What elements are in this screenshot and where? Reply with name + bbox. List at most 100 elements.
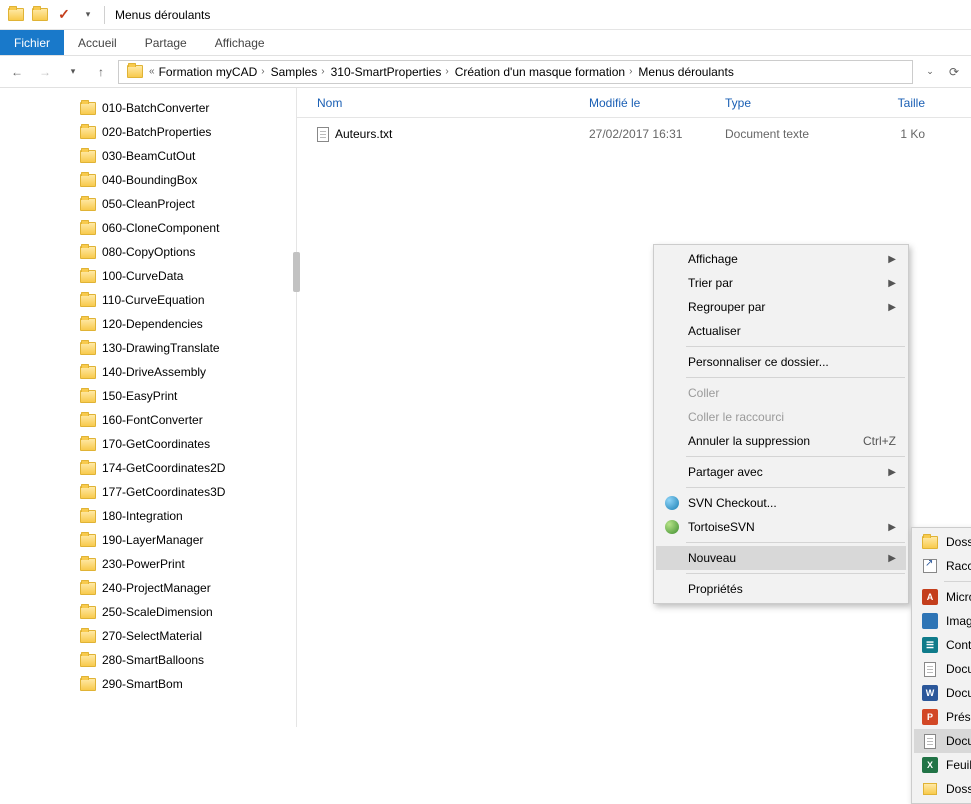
col-name[interactable]: Nom <box>309 96 581 110</box>
ctx-svn-checkout[interactable]: SVN Checkout... <box>656 491 906 515</box>
nav-forward-button: → <box>34 61 56 83</box>
tree-item[interactable]: 180-Integration <box>68 504 296 528</box>
tree-item-label: 240-ProjectManager <box>102 581 211 595</box>
content-pane[interactable]: Nom Modifié le Type Taille Auteurs.txt 2… <box>297 88 971 727</box>
new-shortcut[interactable]: Raccourci <box>914 554 971 578</box>
ctx-new[interactable]: Nouveau▶ <box>656 546 906 570</box>
tree-item[interactable]: 110-CurveEquation <box>68 288 296 312</box>
svn-icon <box>665 496 679 510</box>
tab-home[interactable]: Accueil <box>64 30 131 55</box>
folder-icon <box>80 678 96 691</box>
ctx-paste: Coller <box>656 381 906 405</box>
titlebar: ✓ ▾ Menus déroulants <box>0 0 971 30</box>
refresh-button[interactable]: ⟳ <box>943 61 965 83</box>
tree-item[interactable]: 230-PowerPrint <box>68 552 296 576</box>
nav-tree[interactable]: 010-BatchConverter020-BatchProperties030… <box>0 88 296 727</box>
tree-item[interactable]: 270-SelectMaterial <box>68 624 296 648</box>
tree-item[interactable]: 290-SmartBom <box>68 672 296 696</box>
ctx-properties[interactable]: Propriétés <box>656 577 906 601</box>
nav-back-button[interactable]: ← <box>6 61 28 83</box>
tree-item[interactable]: 040-BoundingBox <box>68 168 296 192</box>
chevron-right-icon[interactable]: « <box>149 66 155 77</box>
file-list[interactable]: Auteurs.txt 27/02/2017 16:31 Document te… <box>297 118 971 150</box>
ctx-group[interactable]: Regrouper par▶ <box>656 295 906 319</box>
tree-item[interactable]: 030-BeamCutOut <box>68 144 296 168</box>
ctx-view[interactable]: Affichage▶ <box>656 247 906 271</box>
tree-item[interactable]: 020-BatchProperties <box>68 120 296 144</box>
qat-properties-icon[interactable]: ✓ <box>56 7 72 23</box>
qat-customize-icon[interactable]: ▾ <box>80 7 96 23</box>
file-name: Auteurs.txt <box>335 127 392 141</box>
nav-history-button[interactable]: ▾ <box>62 61 84 83</box>
tree-item[interactable]: 050-CleanProject <box>68 192 296 216</box>
folder-icon <box>922 536 938 549</box>
tree-item[interactable]: 010-BatchConverter <box>68 96 296 120</box>
new-contact[interactable]: ☰Contact <box>914 633 971 657</box>
tree-item-label: 270-SelectMaterial <box>102 629 202 643</box>
tree-item-label: 040-BoundingBox <box>102 173 197 187</box>
ctx-sort[interactable]: Trier par▶ <box>656 271 906 295</box>
tree-item[interactable]: 150-EasyPrint <box>68 384 296 408</box>
folder-icon <box>80 534 96 547</box>
tree-item-label: 110-CurveEquation <box>102 293 205 307</box>
ctx-tortoise[interactable]: TortoiseSVN▶ <box>656 515 906 539</box>
new-bitmap[interactable]: Image bitmap <box>914 609 971 633</box>
tab-file[interactable]: Fichier <box>0 30 64 55</box>
new-text[interactable]: Document texte <box>914 729 971 753</box>
qat-slot1-icon[interactable] <box>32 7 48 23</box>
breadcrumb-dropdown-button[interactable]: ⌄ <box>919 61 941 83</box>
tree-item-label: 280-SmartBalloons <box>102 653 204 667</box>
tree-item[interactable]: 280-SmartBalloons <box>68 648 296 672</box>
column-headers[interactable]: Nom Modifié le Type Taille <box>297 88 971 118</box>
breadcrumb[interactable]: « Formation myCAD› Samples› 310-SmartPro… <box>118 60 913 84</box>
tab-view[interactable]: Affichage <box>201 30 279 55</box>
tab-share[interactable]: Partage <box>131 30 201 55</box>
context-menu: Affichage▶ Trier par▶ Regrouper par▶ Act… <box>653 244 909 604</box>
breadcrumb-item-1[interactable]: Samples› <box>269 65 327 79</box>
bitmap-icon <box>922 613 938 629</box>
file-type: Document texte <box>717 127 863 141</box>
breadcrumb-item-2[interactable]: 310-SmartProperties› <box>329 65 451 79</box>
new-word[interactable]: WDocument Microsoft Word <box>914 681 971 705</box>
tree-item-label: 177-GetCoordinates3D <box>102 485 225 499</box>
tree-item[interactable]: 140-DriveAssembly <box>68 360 296 384</box>
new-folder[interactable]: Dossier <box>914 530 971 554</box>
tree-item[interactable]: 130-DrawingTranslate <box>68 336 296 360</box>
breadcrumb-item-3[interactable]: Création d'un masque formation› <box>453 65 635 79</box>
col-size[interactable]: Taille <box>863 96 933 110</box>
tree-item[interactable]: 120-Dependencies <box>68 312 296 336</box>
new-access[interactable]: AMicrosoft Access Base de données <box>914 585 971 609</box>
new-zip[interactable]: Dossier compressé <box>914 777 971 801</box>
ctx-customize[interactable]: Personnaliser ce dossier... <box>656 350 906 374</box>
text-file-icon <box>317 127 329 142</box>
tree-item[interactable]: 170-GetCoordinates <box>68 432 296 456</box>
tree-item[interactable]: 240-ProjectManager <box>68 576 296 600</box>
new-virtual[interactable]: Document virtuel <box>914 657 971 681</box>
tree-item[interactable]: 250-ScaleDimension <box>68 600 296 624</box>
ctx-share[interactable]: Partager avec▶ <box>656 460 906 484</box>
nav-up-button[interactable]: ↑ <box>90 61 112 83</box>
file-row[interactable]: Auteurs.txt 27/02/2017 16:31 Document te… <box>297 122 971 146</box>
tree-item[interactable]: 100-CurveData <box>68 264 296 288</box>
ctx-refresh[interactable]: Actualiser <box>656 319 906 343</box>
col-type[interactable]: Type <box>717 96 863 110</box>
ctx-undo[interactable]: Annuler la suppressionCtrl+Z <box>656 429 906 453</box>
main: 010-BatchConverter020-BatchProperties030… <box>0 88 971 727</box>
tree-item-label: 100-CurveData <box>102 269 183 283</box>
tree-item[interactable]: 174-GetCoordinates2D <box>68 456 296 480</box>
new-ppt[interactable]: PPrésentation Microsoft PowerPoint <box>914 705 971 729</box>
folder-icon <box>80 654 96 667</box>
breadcrumb-item-4[interactable]: Menus déroulants <box>636 65 735 79</box>
folder-icon <box>80 606 96 619</box>
folder-icon <box>80 126 96 139</box>
tree-item[interactable]: 060-CloneComponent <box>68 216 296 240</box>
tree-item[interactable]: 160-FontConverter <box>68 408 296 432</box>
breadcrumb-item-0[interactable]: Formation myCAD› <box>157 65 267 79</box>
col-modified[interactable]: Modifié le <box>581 96 717 110</box>
tree-item[interactable]: 177-GetCoordinates3D <box>68 480 296 504</box>
tree-item-label: 080-CopyOptions <box>102 245 195 259</box>
word-icon: W <box>922 685 938 701</box>
new-excel[interactable]: XFeuille de calcul Microsoft Excel <box>914 753 971 777</box>
tree-item[interactable]: 080-CopyOptions <box>68 240 296 264</box>
tree-item[interactable]: 190-LayerManager <box>68 528 296 552</box>
